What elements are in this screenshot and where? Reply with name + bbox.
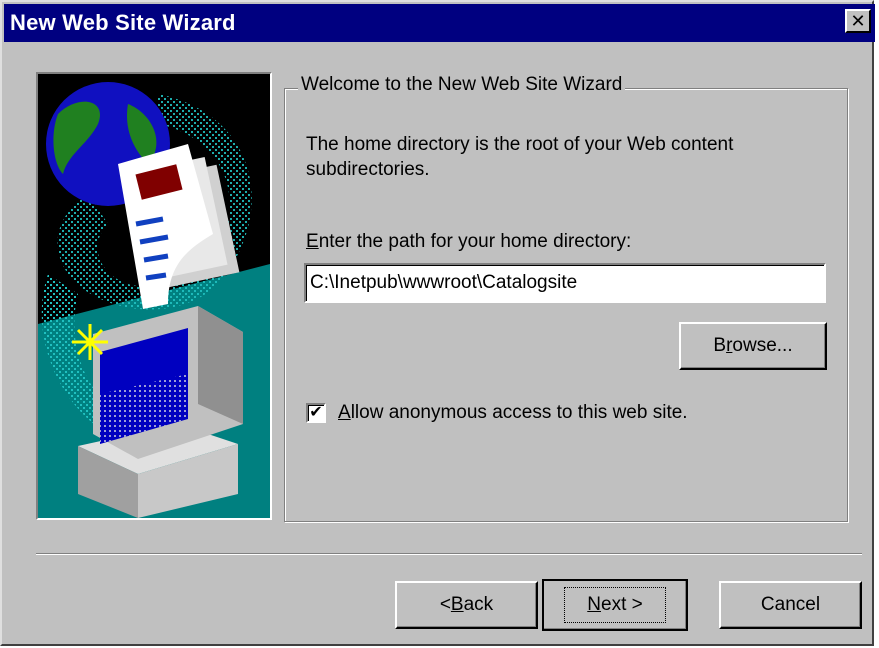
path-label-accel: E [306, 231, 319, 252]
close-button[interactable]: ✕ [845, 9, 871, 33]
browse-button[interactable]: Br owse... [679, 322, 827, 370]
close-icon: ✕ [850, 11, 866, 31]
home-directory-description: The home directory is the root of your W… [306, 134, 734, 180]
next-button[interactable]: Next > [542, 579, 688, 631]
browse-label-pre: B [713, 335, 727, 356]
anonymous-access-text: llow anonymous access to this web site. [350, 402, 688, 423]
next-accel: N [587, 594, 601, 615]
title-bar[interactable]: New Web Site Wizard ✕ [4, 4, 875, 42]
back-accel: B [450, 594, 464, 615]
cancel-button[interactable]: Cancel [719, 581, 862, 629]
path-label: Enter the path for your home directory: [306, 231, 631, 253]
back-prefix: < [439, 594, 451, 615]
groupbox-title: Welcome to the New Web Site Wizard [298, 74, 626, 96]
anonymous-access-label[interactable]: Allow anonymous access to this web site. [338, 402, 688, 424]
browse-label-post: owse... [732, 335, 793, 356]
back-button[interactable]: < Back [395, 581, 538, 629]
checkmark-icon: ✔ [309, 404, 323, 421]
anonymous-access-checkbox[interactable]: ✔ [306, 403, 326, 423]
path-label-text: nter the path for your home directory: [318, 231, 632, 252]
wizard-illustration [36, 72, 272, 520]
home-directory-path-input[interactable] [304, 263, 826, 303]
wizard-computer-globe-document-illustration [38, 74, 270, 518]
window-title: New Web Site Wizard [10, 10, 236, 35]
next-focus-rect: Next > [564, 587, 666, 623]
anonymous-access-accel: A [338, 402, 351, 423]
anonymous-access-row[interactable]: ✔ Allow anonymous access to this web sit… [306, 402, 688, 424]
back-text: ack [463, 594, 494, 615]
separator-line [36, 553, 862, 555]
next-text: ext > [601, 594, 643, 615]
